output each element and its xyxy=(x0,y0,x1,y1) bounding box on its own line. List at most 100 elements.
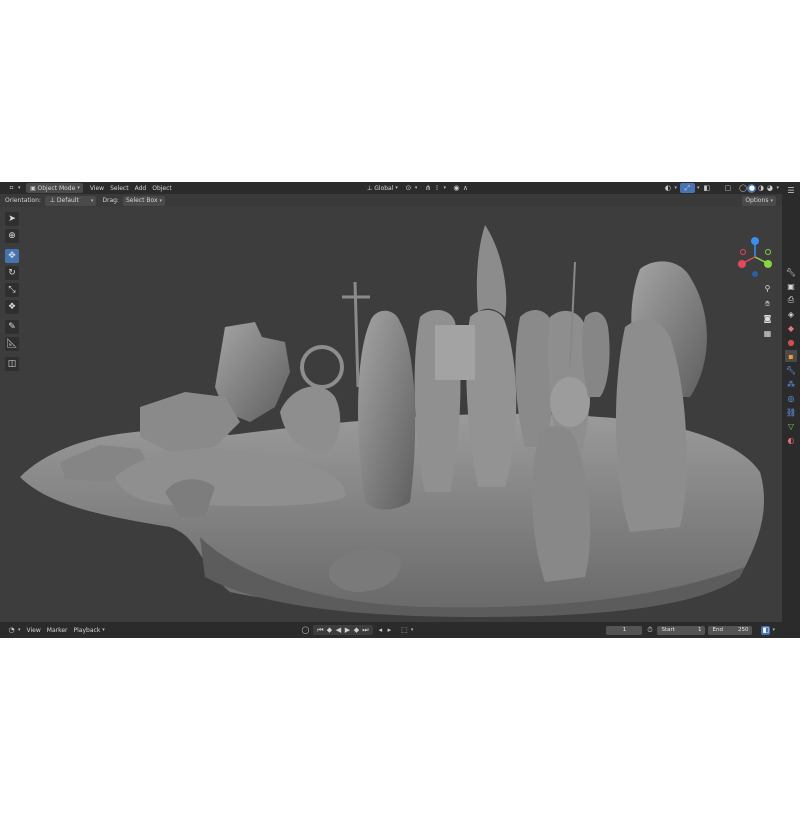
rendered-shading-icon: ◕ xyxy=(766,183,774,192)
crosshair-cursor-icon: ⊕ xyxy=(8,231,16,241)
render-tab[interactable]: ▣ xyxy=(785,280,797,292)
shading-modes[interactable]: ◯ ● ◑ ◕ ▾ xyxy=(735,183,782,193)
select-box-tool[interactable]: ➤ xyxy=(5,212,19,226)
cursor-arrow-icon: ➤ xyxy=(8,214,16,224)
output-tab[interactable]: ⎙ xyxy=(785,294,797,306)
blender-window: ⌗ ▾ ▣ Object Mode ▾ View Select Add Objec… xyxy=(0,182,800,638)
falloff-icon: ∧ xyxy=(462,183,469,192)
chevron-down-icon: ▾ xyxy=(443,185,446,191)
cart-wheel xyxy=(300,345,344,389)
proportional-edit-button[interactable]: ◉ ∧ xyxy=(449,183,473,193)
rotate-tool[interactable]: ↻ xyxy=(5,266,19,280)
pivot-point-button[interactable]: ⊙ ▾ xyxy=(401,183,421,193)
material-tab[interactable]: ◐ xyxy=(785,434,797,446)
editor-type-button[interactable]: ☰ xyxy=(785,184,797,196)
add-cube-tool[interactable]: ◫ xyxy=(5,357,19,371)
start-value: 1 xyxy=(697,627,702,633)
snap-button[interactable]: ⋔ ⁞ ▾ xyxy=(420,183,449,193)
scale-tool[interactable]: ⤡ xyxy=(5,283,19,297)
measure-tool[interactable]: 📐︎ xyxy=(5,337,19,351)
gizmo-toggle[interactable]: ⤢ xyxy=(679,183,695,193)
view-layer-tab[interactable]: ◈ xyxy=(785,308,797,320)
menu-add[interactable]: Add xyxy=(132,183,150,193)
viewport-header: ⌗ ▾ ▣ Object Mode ▾ View Select Add Objec… xyxy=(0,182,782,194)
drag-value: Select Box xyxy=(125,197,158,204)
monk-figure xyxy=(358,310,416,510)
pivot-icon: ⊙ xyxy=(405,183,412,192)
data-tab[interactable]: ▽ xyxy=(785,420,797,432)
transform-tool[interactable]: ❖ xyxy=(5,300,19,314)
chevron-down-icon: ▾ xyxy=(414,185,418,191)
camera-back-icon: ▣ xyxy=(787,281,795,291)
material-sphere-icon: ◐ xyxy=(787,435,795,445)
stopwatch-icon[interactable]: ⏱︎ xyxy=(645,626,654,635)
keying-icon: ⬚ xyxy=(401,625,408,634)
drum xyxy=(550,377,590,427)
chevron-down-icon: ▾ xyxy=(102,627,105,633)
auto-keying-toggle[interactable]: ◯ xyxy=(298,625,313,635)
timeline-editor-type[interactable]: ◔ ▾ xyxy=(4,625,24,635)
drag-dropdown[interactable]: Select Box ▾ xyxy=(122,195,166,206)
z-axis-handle[interactable] xyxy=(751,237,759,245)
end-frame-field[interactable]: End 250 xyxy=(708,625,753,635)
perspective-toggle[interactable]: ▦ xyxy=(762,328,773,339)
transform-orientation-dropdown[interactable]: ⟂ Global ▾ xyxy=(362,183,401,193)
particles-tab[interactable]: ⁂ xyxy=(785,378,797,390)
keying-set-button[interactable]: ⬚ ▾ xyxy=(397,625,417,635)
physics-tab[interactable]: ◎ xyxy=(785,392,797,404)
timeline-menu-marker[interactable]: Marker xyxy=(44,625,71,635)
start-frame-field[interactable]: Start 1 xyxy=(657,625,706,635)
object-tab[interactable]: ▪ xyxy=(785,350,797,362)
play-icon[interactable]: ▶ xyxy=(343,626,352,635)
tool-settings-header: Orientation: ⟂ Default ▾ Drag: Select Bo… xyxy=(0,194,782,207)
editor-type-button[interactable]: ⌗ ▾ xyxy=(4,183,24,193)
cursor-tool[interactable]: ⊕ xyxy=(5,229,19,243)
camera-view-button[interactable]: ◙ xyxy=(762,313,773,324)
pan-button[interactable]: ✋︎ xyxy=(762,298,773,309)
view-options-icon: ◧ xyxy=(761,625,771,635)
timeline-header: ◔ ▾ View Marker Playback ▾ ◯ ⏮︎ ◆ ◀ ▶ ◆ ⏭︎… xyxy=(0,622,782,638)
neg-z-axis-handle[interactable] xyxy=(752,271,758,277)
rotate-icon: ↻ xyxy=(8,268,16,278)
xray-icon: ▢ xyxy=(724,183,732,192)
y-axis-handle[interactable] xyxy=(764,260,772,268)
overlay-toggle[interactable]: ◧ xyxy=(699,183,714,193)
keyframe-nav[interactable]: ◂ ▸ xyxy=(373,625,397,635)
visibility-button[interactable]: ◐ ▾ xyxy=(660,183,680,193)
playback-controls: ⏮︎ ◆ ◀ ▶ ◆ ⏭︎ xyxy=(312,625,373,635)
mode-dropdown[interactable]: ▣ Object Mode ▾ xyxy=(25,183,83,193)
jump-end-icon[interactable]: ⏭︎ xyxy=(361,626,370,635)
timeline-menu-view[interactable]: View xyxy=(24,625,44,635)
scene-tab[interactable]: ◆ xyxy=(785,322,797,334)
next-keyframe-icon[interactable]: ◆ xyxy=(352,626,361,635)
prev-keyframe-icon[interactable]: ◆ xyxy=(325,626,334,635)
x-axis-handle[interactable] xyxy=(738,260,746,268)
xray-toggle[interactable]: ▢ xyxy=(720,183,735,193)
orientation-dropdown[interactable]: ⟂ Default ▾ xyxy=(44,195,97,206)
orientation-label: Orientation: xyxy=(5,197,41,204)
scene-icon: ◆ xyxy=(787,323,795,333)
menu-view[interactable]: View xyxy=(87,183,107,193)
tool-tab[interactable]: 🔧︎ xyxy=(785,266,797,278)
jump-start-icon[interactable]: ⏮︎ xyxy=(316,626,325,635)
particles-icon: ⁂ xyxy=(787,379,795,389)
orbit-icon: ◎ xyxy=(787,393,795,403)
mode-label: Object Mode xyxy=(37,184,76,192)
constraints-tab[interactable]: ⛓︎ xyxy=(785,406,797,418)
navigation-gizmo[interactable] xyxy=(735,235,775,279)
zoom-button[interactable]: ⚲ xyxy=(762,283,773,294)
menu-object[interactable]: Object xyxy=(149,183,175,193)
3d-viewport[interactable]: ➤ ⊕ ✥ ↻ ⤡ ❖ ✎ 📐︎ ◫ ⚲ ✋︎ ◙ ▦ xyxy=(0,207,782,622)
annotate-tool[interactable]: ✎ xyxy=(5,320,19,334)
list-icon: ☰ xyxy=(787,185,795,195)
current-frame-field[interactable]: 1 xyxy=(606,625,643,635)
modifiers-tab[interactable]: 🔧︎ xyxy=(785,364,797,376)
play-reverse-icon[interactable]: ◀ xyxy=(334,626,343,635)
world-tab[interactable]: ● xyxy=(785,336,797,348)
menu-select[interactable]: Select xyxy=(107,183,132,193)
options-dropdown[interactable]: Options ▾ xyxy=(742,195,776,206)
move-tool[interactable]: ✥ xyxy=(5,249,19,263)
properties-editor-tabs: ☰ 🔧︎ ▣ ⎙ ◈ ◆ ● ▪ 🔧︎ ⁂ ◎ ⛓︎ ▽ ◐ xyxy=(782,182,800,638)
timeline-menu-playback[interactable]: Playback ▾ xyxy=(71,625,108,635)
timeline-view-button[interactable]: ◧ ▾ xyxy=(758,625,778,635)
